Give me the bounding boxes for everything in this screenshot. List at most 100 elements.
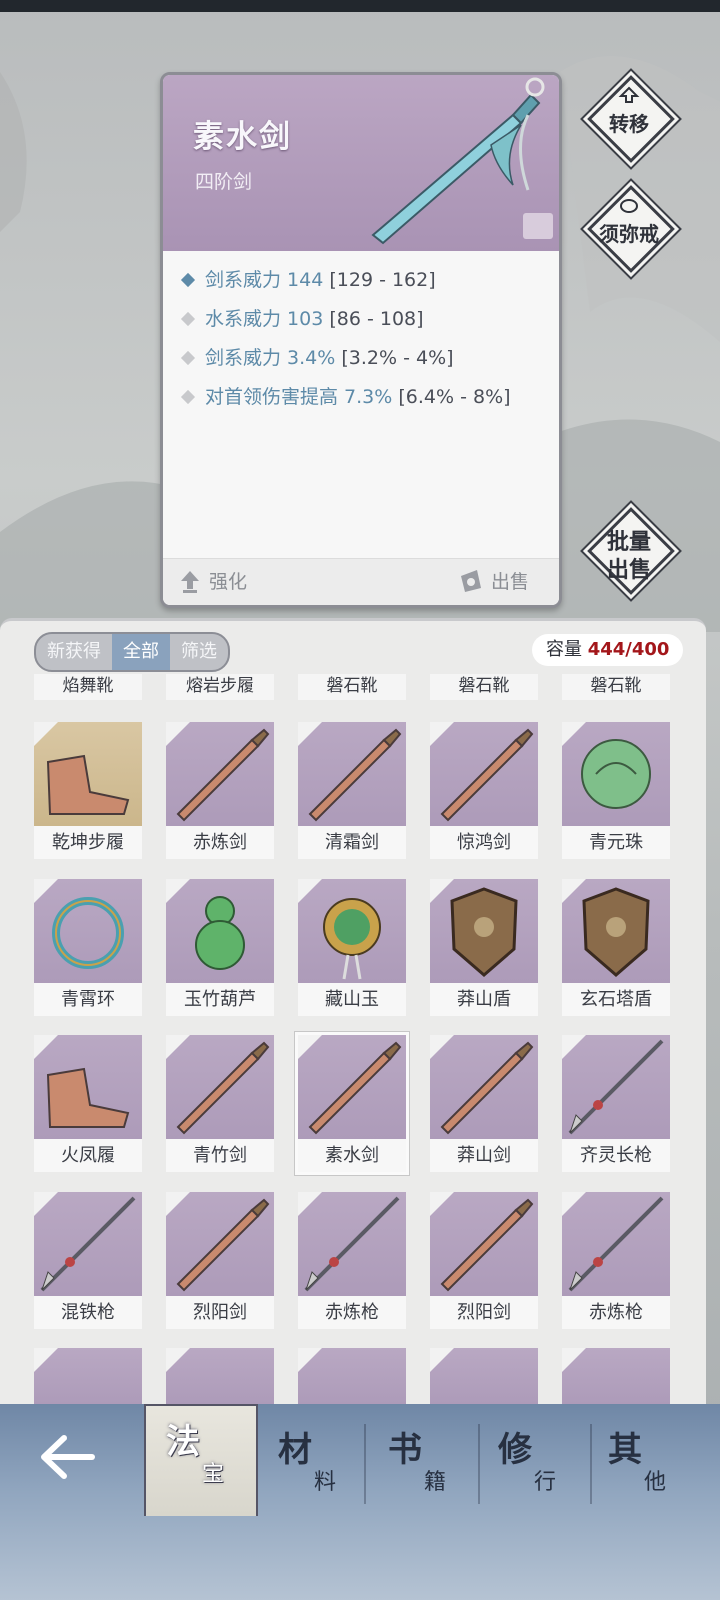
item-thumbnail bbox=[34, 1192, 142, 1296]
tab-label: 修 bbox=[498, 1430, 532, 1470]
tab-materials[interactable]: 材 料 bbox=[258, 1414, 368, 1514]
corner-badge bbox=[34, 1348, 58, 1372]
stat-label: 剑系威力 144 bbox=[205, 269, 324, 291]
status-bar bbox=[0, 0, 720, 12]
tab-cultivation[interactable]: 修 行 bbox=[478, 1414, 588, 1514]
inventory-item[interactable]: 赤炼剑 bbox=[166, 722, 274, 859]
tab-sublabel: 料 bbox=[314, 1470, 337, 1495]
inventory-item[interactable] bbox=[298, 1348, 406, 1404]
corner-badge bbox=[166, 1348, 190, 1372]
item-thumbnail bbox=[298, 722, 406, 826]
item-name: 惊鸿剑 bbox=[430, 826, 538, 859]
item-thumbnail bbox=[430, 1192, 538, 1296]
inventory-item[interactable]: 素水剑 bbox=[298, 1035, 406, 1172]
inventory-item[interactable]: 藏山玉 bbox=[298, 879, 406, 1016]
corner-badge bbox=[298, 722, 322, 746]
tab-filter[interactable]: 筛选 bbox=[170, 634, 228, 670]
coin-bag-icon bbox=[461, 569, 481, 592]
inventory-item[interactable] bbox=[430, 1348, 538, 1404]
item-name-partial[interactable]: 焰舞靴 bbox=[34, 674, 142, 700]
tab-label: 材 bbox=[278, 1430, 312, 1470]
tab-label: 书 bbox=[388, 1430, 422, 1470]
arrow-up-icon bbox=[181, 570, 199, 593]
item-name-partial[interactable]: 熔岩步履 bbox=[166, 674, 274, 700]
stat-range: [86 - 108] bbox=[329, 308, 424, 330]
tab-sublabel: 籍 bbox=[424, 1470, 447, 1495]
tab-treasure[interactable]: 法 宝 bbox=[144, 1404, 258, 1516]
upload-icon bbox=[618, 86, 640, 103]
tab-all[interactable]: 全部 bbox=[112, 634, 170, 670]
corner-badge bbox=[562, 879, 586, 903]
item-thumbnail bbox=[298, 879, 406, 983]
item-thumbnail bbox=[298, 1348, 406, 1404]
item-thumbnail bbox=[562, 1192, 670, 1296]
bulk-sell-button[interactable]: 批量 出售 bbox=[587, 507, 675, 595]
corner-badge bbox=[430, 1035, 454, 1059]
stat-range: [3.2% - 4%] bbox=[341, 347, 454, 369]
item-name-partial[interactable]: 磐石靴 bbox=[430, 674, 538, 700]
item-name: 藏山玉 bbox=[298, 983, 406, 1016]
inventory-item[interactable]: 烈阳剑 bbox=[166, 1192, 274, 1329]
back-arrow-icon[interactable] bbox=[38, 1432, 98, 1482]
inventory-item[interactable]: 齐灵长枪 bbox=[562, 1035, 670, 1172]
inventory-item[interactable]: 清霜剑 bbox=[298, 722, 406, 859]
diamond-icon bbox=[180, 311, 196, 326]
item-name: 素水剑 bbox=[298, 1139, 406, 1172]
inventory-item[interactable] bbox=[562, 1348, 670, 1404]
corner-badge bbox=[562, 1348, 586, 1372]
item-thumbnail bbox=[166, 722, 274, 826]
transfer-label: 转移 bbox=[609, 112, 649, 136]
item-thumbnail bbox=[298, 1035, 406, 1139]
corner-badge bbox=[430, 1348, 454, 1372]
corner-badge bbox=[430, 1192, 454, 1216]
inventory-item[interactable]: 烈阳剑 bbox=[430, 1192, 538, 1329]
capacity-value: 444/400 bbox=[587, 639, 670, 660]
inventory-item[interactable] bbox=[34, 1348, 142, 1404]
item-name: 混铁枪 bbox=[34, 1296, 142, 1329]
inventory-item[interactable]: 青竹剑 bbox=[166, 1035, 274, 1172]
inventory-item[interactable]: 玉竹葫芦 bbox=[166, 879, 274, 1016]
enhance-button[interactable]: 强化 bbox=[179, 567, 247, 594]
enhance-label: 强化 bbox=[209, 571, 248, 593]
item-name: 玉竹葫芦 bbox=[166, 983, 274, 1016]
ring-icon bbox=[620, 199, 638, 213]
item-name-partial[interactable]: 磐石靴 bbox=[562, 674, 670, 700]
tab-new[interactable]: 新获得 bbox=[36, 634, 112, 670]
corner-badge bbox=[562, 722, 586, 746]
item-name: 赤炼枪 bbox=[298, 1296, 406, 1329]
inventory-item[interactable]: 玄石塔盾 bbox=[562, 879, 670, 1016]
corner-badge bbox=[34, 1035, 58, 1059]
diamond-icon bbox=[180, 350, 196, 365]
item-name: 火凤履 bbox=[34, 1139, 142, 1172]
item-name: 烈阳剑 bbox=[166, 1296, 274, 1329]
tab-other[interactable]: 其 他 bbox=[588, 1414, 698, 1514]
item-name: 烈阳剑 bbox=[430, 1296, 538, 1329]
inventory-item[interactable]: 火凤履 bbox=[34, 1035, 142, 1172]
item-name-partial[interactable]: 磐石靴 bbox=[298, 674, 406, 700]
item-thumbnail bbox=[34, 1348, 142, 1404]
inventory-item[interactable]: 赤炼枪 bbox=[298, 1192, 406, 1329]
inventory-item[interactable]: 乾坤步履 bbox=[34, 722, 142, 859]
sell-button[interactable]: 出售 bbox=[457, 567, 529, 594]
item-thumbnail bbox=[166, 1348, 274, 1404]
inventory-item[interactable]: 莽山盾 bbox=[430, 879, 538, 1016]
sell-label: 出售 bbox=[491, 571, 530, 593]
inventory-item[interactable]: 赤炼枪 bbox=[562, 1192, 670, 1329]
sumeru-ring-button[interactable]: 须弥戒 bbox=[587, 185, 675, 273]
tab-books[interactable]: 书 籍 bbox=[368, 1414, 478, 1514]
inventory-item[interactable]: 混铁枪 bbox=[34, 1192, 142, 1329]
inventory-item[interactable] bbox=[166, 1348, 274, 1404]
item-thumbnail bbox=[166, 1192, 274, 1296]
diamond-icon bbox=[180, 272, 196, 287]
inventory-item[interactable]: 莽山剑 bbox=[430, 1035, 538, 1172]
inventory-item[interactable]: 惊鸿剑 bbox=[430, 722, 538, 859]
sumeru-label: 须弥戒 bbox=[599, 222, 659, 246]
item-thumbnail bbox=[562, 1035, 670, 1139]
item-thumbnail bbox=[298, 1192, 406, 1296]
card-footer: 强化 出售 bbox=[163, 558, 559, 605]
transfer-button[interactable]: 转移 bbox=[587, 75, 675, 163]
equip-tag-icon[interactable] bbox=[523, 213, 553, 239]
inventory-item[interactable]: 青元珠 bbox=[562, 722, 670, 859]
stat-row: 对首领伤害提高 7.3% [6.4% - 8%] bbox=[179, 378, 549, 417]
inventory-item[interactable]: 青霄环 bbox=[34, 879, 142, 1016]
